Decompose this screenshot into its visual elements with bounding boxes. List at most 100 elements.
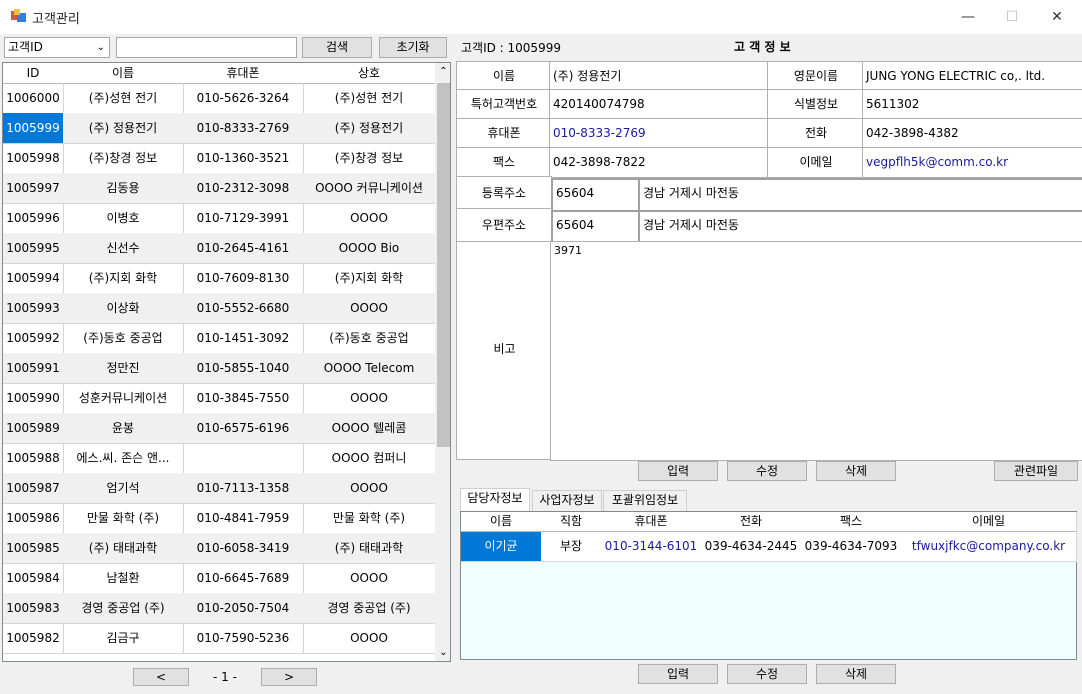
row-cell-name[interactable]: (주)지회 화학	[63, 263, 184, 294]
contact-header-phone[interactable]: 전화	[701, 512, 802, 532]
row-cell-name[interactable]: 만물 화학 (주)	[63, 503, 184, 534]
row-cell-id[interactable]: 1005985	[3, 533, 64, 564]
row-cell-mobile[interactable]: 010-7609-8130	[183, 263, 304, 294]
row-cell-mobile[interactable]: 010-2645-4161	[183, 233, 304, 264]
row-cell-mobile[interactable]	[183, 443, 304, 474]
table-row[interactable]: 1005988 에스.씨. 존슨 앤... OOOO 컴퍼니	[3, 443, 436, 474]
row-cell-id[interactable]: 1006000	[3, 83, 64, 114]
row-cell-company[interactable]: (주)동호 중공업	[303, 323, 436, 354]
row-cell-mobile[interactable]: 010-7129-3991	[183, 203, 304, 234]
row-cell-id[interactable]: 1005993	[3, 293, 64, 324]
row-cell-mobile[interactable]: 010-6575-6196	[183, 413, 304, 444]
table-row[interactable]: 1005989 윤봉 010-6575-6196 OOOO 텔레콤	[3, 413, 436, 444]
row-cell-company[interactable]: OOOO Telecom	[303, 353, 436, 384]
table-row[interactable]: 1005993 이상화 010-5552-6680 OOOO	[3, 293, 436, 324]
email-field[interactable]: vegpflh5k@comm.co.kr	[862, 147, 1082, 178]
row-cell-id[interactable]: 1005997	[3, 173, 64, 204]
row-cell-name[interactable]: (주)창경 정보	[63, 143, 184, 174]
row-cell-company[interactable]: OOOO	[303, 473, 436, 504]
row-cell-name[interactable]: 윤봉	[63, 413, 184, 444]
phone-field[interactable]: 042-3898-4382	[862, 118, 1082, 149]
row-cell-name[interactable]: 경영 중공업 (주)	[63, 593, 184, 624]
mobile-field[interactable]: 010-8333-2769	[549, 118, 773, 149]
row-cell-company[interactable]: (주) 정용전기	[303, 113, 436, 144]
row-cell-id[interactable]: 1005990	[3, 383, 64, 414]
contact-grid[interactable]: 이름 직함 휴대폰 전화 팩스 이메일 이기균 부장 010-3144-6101…	[460, 511, 1077, 660]
table-row[interactable]: 1005990 성훈커뮤니케이션 010-3845-7550 OOOO	[3, 383, 436, 414]
post-zip-field[interactable]: 65604	[551, 210, 646, 245]
row-cell-mobile[interactable]: 010-4841-7959	[183, 503, 304, 534]
contact-cell-name[interactable]: 이기균	[461, 532, 542, 562]
search-field-select[interactable]: 고객ID ⌄	[4, 37, 110, 58]
reg-zip-field[interactable]: 65604	[551, 178, 646, 212]
patent-field[interactable]: 420140074798	[549, 89, 773, 120]
close-icon[interactable]: ✕	[1042, 6, 1072, 28]
table-row[interactable]: 1005997 김동용 010-2312-3098 OOOO 커뮤니케이션	[3, 173, 436, 204]
row-cell-id[interactable]: 1005988	[3, 443, 64, 474]
minimize-icon[interactable]: —	[953, 6, 983, 28]
row-cell-mobile[interactable]: 010-7113-1358	[183, 473, 304, 504]
detail-input-button[interactable]: 입력	[638, 461, 718, 481]
reg-address-field[interactable]: 경남 거제시 마전동	[638, 178, 1082, 212]
row-cell-company[interactable]: OOOO	[303, 293, 436, 324]
row-cell-company[interactable]: OOOO	[303, 383, 436, 414]
name-field[interactable]: (주) 정용전기	[549, 61, 773, 92]
row-cell-name[interactable]: (주)성현 전기	[63, 83, 184, 114]
row-cell-mobile[interactable]: 010-5855-1040	[183, 353, 304, 384]
table-row[interactable]: 1005987 엄기석 010-7113-1358 OOOO	[3, 473, 436, 504]
table-row[interactable]: 1005994 (주)지회 화학 010-7609-8130 (주)지회 화학	[3, 263, 436, 294]
row-cell-id[interactable]: 1005991	[3, 353, 64, 384]
contact-cell-fax[interactable]: 039-4634-7093	[801, 532, 902, 562]
row-cell-id[interactable]: 1005996	[3, 203, 64, 234]
detail-edit-button[interactable]: 수정	[727, 461, 807, 481]
row-cell-mobile[interactable]: 010-5552-6680	[183, 293, 304, 324]
row-cell-id[interactable]: 1005992	[3, 323, 64, 354]
contact-delete-button[interactable]: 삭제	[816, 664, 896, 684]
row-cell-mobile[interactable]: 010-2312-3098	[183, 173, 304, 204]
contact-header-mobile[interactable]: 휴대폰	[601, 512, 702, 532]
table-row[interactable]: 1005983 경영 중공업 (주) 010-2050-7504 경영 중공업 (주)	[3, 593, 436, 624]
row-cell-name[interactable]: 에스.씨. 존슨 앤...	[63, 443, 184, 474]
column-header-company[interactable]: 상호	[303, 63, 436, 84]
row-cell-company[interactable]: OOOO 컴퍼니	[303, 443, 436, 474]
table-row[interactable]: 1005999 (주) 정용전기 010-8333-2769 (주) 정용전기	[3, 113, 436, 144]
contact-cell-phone[interactable]: 039-4634-2445	[701, 532, 802, 562]
next-page-button[interactable]: >	[261, 668, 317, 686]
column-header-mobile[interactable]: 휴대폰	[183, 63, 304, 84]
contact-header-name[interactable]: 이름	[461, 512, 542, 532]
table-row[interactable]: 1006000 (주)성현 전기 010-5626-3264 (주)성현 전기	[3, 83, 436, 114]
contact-cell-mobile[interactable]: 010-3144-6101	[601, 532, 702, 562]
row-cell-mobile[interactable]: 010-6058-3419	[183, 533, 304, 564]
search-button[interactable]: 검색	[302, 37, 372, 58]
table-row[interactable]: 1005985 (주) 태태과학 010-6058-3419 (주) 태태과학	[3, 533, 436, 564]
row-cell-id[interactable]: 1005995	[3, 233, 64, 264]
tab-contact-info[interactable]: 담당자정보	[460, 488, 530, 511]
contact-header-fax[interactable]: 팩스	[801, 512, 902, 532]
row-cell-company[interactable]: 경영 중공업 (주)	[303, 593, 436, 624]
row-cell-name[interactable]: (주)동호 중공업	[63, 323, 184, 354]
row-cell-name[interactable]: 정만진	[63, 353, 184, 384]
row-cell-company[interactable]: OOOO 텔레콤	[303, 413, 436, 444]
row-cell-mobile[interactable]: 010-2050-7504	[183, 593, 304, 624]
table-row[interactable]: 1005982 김금구 010-7590-5236 OOOO	[3, 623, 436, 654]
row-cell-company[interactable]: OOOO Bio	[303, 233, 436, 264]
eng-name-field[interactable]: JUNG YONG ELECTRIC co,. ltd.	[862, 61, 1082, 92]
row-cell-mobile[interactable]: 010-7590-5236	[183, 623, 304, 654]
row-cell-name[interactable]: 이상화	[63, 293, 184, 324]
table-row[interactable]: 1005992 (주)동호 중공업 010-1451-3092 (주)동호 중공업	[3, 323, 436, 354]
table-row[interactable]: 1005991 정만진 010-5855-1040 OOOO Telecom	[3, 353, 436, 384]
row-cell-company[interactable]: (주) 태태과학	[303, 533, 436, 564]
row-cell-company[interactable]: OOOO 커뮤니케이션	[303, 173, 436, 204]
table-row[interactable]: 1005996 이병호 010-7129-3991 OOOO	[3, 203, 436, 234]
row-cell-id[interactable]: 1005982	[3, 623, 64, 654]
fax-field[interactable]: 042-3898-7822	[549, 147, 773, 178]
reset-button[interactable]: 초기화	[379, 37, 447, 58]
ident-field[interactable]: 5611302	[862, 89, 1082, 120]
row-cell-mobile[interactable]: 010-5626-3264	[183, 83, 304, 114]
tab-delegation-info[interactable]: 포괄위임정보	[603, 490, 687, 511]
column-header-name[interactable]: 이름	[63, 63, 184, 84]
row-cell-id[interactable]: 1005983	[3, 593, 64, 624]
row-cell-name[interactable]: 엄기석	[63, 473, 184, 504]
table-row[interactable]: 1005998 (주)창경 정보 010-1360-3521 (주)창경 정보	[3, 143, 436, 174]
post-address-field[interactable]: 경남 거제시 마전동	[638, 210, 1082, 245]
